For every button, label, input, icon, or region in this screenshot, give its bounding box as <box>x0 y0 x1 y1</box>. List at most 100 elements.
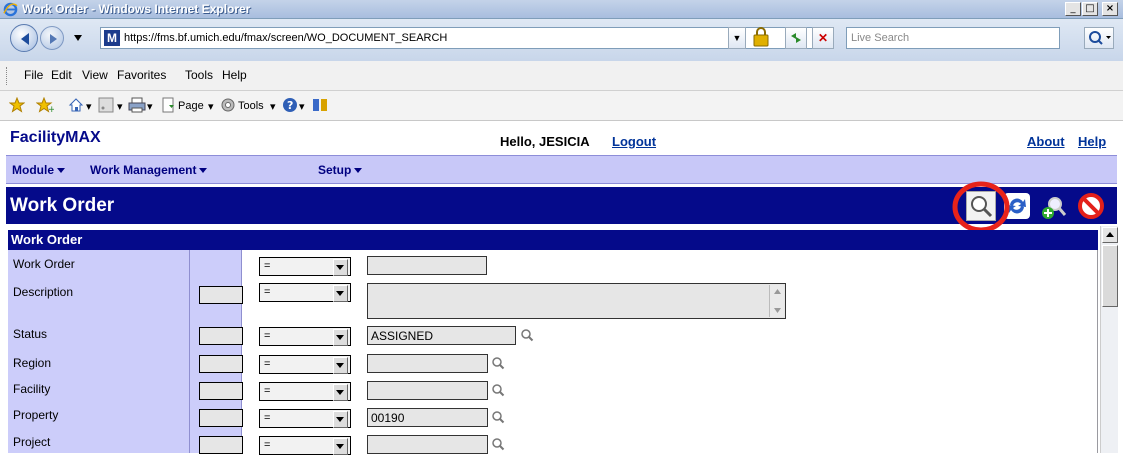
add-search-button[interactable] <box>1040 193 1068 221</box>
project-input[interactable] <box>367 435 488 454</box>
page-scrollbar[interactable] <box>1100 226 1118 453</box>
field-label-work-order: Work Order <box>13 257 75 271</box>
dropdown-arrow-icon <box>333 438 348 455</box>
home-icon[interactable] <box>68 97 84 118</box>
feeds-icon[interactable] <box>98 97 114 118</box>
page-menu[interactable]: Page <box>178 100 204 112</box>
forward-button[interactable] <box>40 26 64 50</box>
page-dropdown-icon[interactable]: ▾ <box>208 100 214 113</box>
lookup-magnifier-icon[interactable] <box>491 383 505 397</box>
search-icon <box>1089 31 1111 45</box>
menu-file[interactable]: File <box>24 68 43 82</box>
search-go-button[interactable] <box>1084 27 1114 49</box>
description-scrollbar[interactable] <box>769 285 784 317</box>
property-input[interactable]: 00190 <box>367 408 488 427</box>
dropdown-arrow-icon <box>333 329 348 346</box>
help-link[interactable]: Help <box>1078 134 1106 149</box>
lookup-magnifier-icon[interactable] <box>491 437 505 451</box>
address-url[interactable]: https://fms.bf.umich.edu/fmax/screen/WO_… <box>124 32 447 44</box>
scroll-up-icon[interactable] <box>1102 227 1118 243</box>
scroll-arrows-icon <box>774 289 781 313</box>
operator-select-description[interactable]: = <box>259 283 351 302</box>
stop-button[interactable]: ✕ <box>812 27 834 49</box>
menu-help[interactable]: Help <box>222 68 247 82</box>
setup-menu-label: Setup <box>318 163 352 177</box>
cancel-icon <box>1078 193 1104 219</box>
description-modifier-box[interactable] <box>199 286 243 304</box>
dropdown-arrow-icon <box>333 357 348 374</box>
home-dropdown-icon[interactable]: ▾ <box>86 100 92 113</box>
refresh-page-button[interactable] <box>785 27 807 49</box>
maximize-button[interactable]: □ <box>1082 2 1098 16</box>
operator-value: = <box>264 439 271 451</box>
print-dropdown-icon[interactable]: ▾ <box>147 100 153 113</box>
dropdown-arrow-icon <box>333 285 348 302</box>
feeds-dropdown-icon[interactable]: ▾ <box>117 100 123 113</box>
menu-favorites[interactable]: Favorites <box>117 68 166 82</box>
field-label-description: Description <box>13 285 74 299</box>
close-window-button[interactable]: × <box>1102 2 1118 16</box>
setup-menu[interactable]: Setup <box>318 163 363 177</box>
work-management-menu[interactable]: Work Management <box>90 163 208 177</box>
region-input[interactable] <box>367 354 488 373</box>
cancel-button[interactable] <box>1077 192 1105 220</box>
page-icon[interactable] <box>160 97 176 118</box>
scroll-thumb[interactable] <box>1102 245 1118 307</box>
add-favorite-icon[interactable]: + <box>35 96 56 118</box>
live-search-input[interactable]: Live Search <box>846 27 1060 49</box>
operator-select-project[interactable]: = <box>259 436 351 455</box>
menu-tools[interactable]: Tools <box>185 68 213 82</box>
minimize-button[interactable]: _ <box>1065 2 1081 16</box>
svg-text:?: ? <box>287 99 293 112</box>
help-icon[interactable]: ? <box>282 97 298 118</box>
about-link[interactable]: About <box>1027 134 1065 149</box>
lookup-magnifier-icon[interactable] <box>491 410 505 424</box>
region-modifier-box[interactable] <box>199 355 243 373</box>
operator-select-status[interactable]: = <box>259 327 351 346</box>
address-bar[interactable]: M https://fms.bf.umich.edu/fmax/screen/W… <box>100 27 814 49</box>
menu-edit[interactable]: Edit <box>51 68 72 82</box>
field-label-region: Region <box>13 356 52 370</box>
operator-value: = <box>264 358 271 370</box>
lock-icon[interactable] <box>750 26 772 48</box>
facility-input[interactable] <box>367 381 488 400</box>
operator-select-facility[interactable]: = <box>259 382 351 401</box>
operator-select-region[interactable]: = <box>259 355 351 374</box>
menu-bar <box>0 61 1123 91</box>
zoom-add-icon <box>1042 197 1067 219</box>
field-label-property: Property <box>13 408 59 422</box>
status-modifier-box[interactable] <box>199 327 243 345</box>
logout-link[interactable]: Logout <box>612 134 656 149</box>
section-header: Work Order <box>8 230 1098 250</box>
tools-gear-icon[interactable] <box>220 97 236 118</box>
property-modifier-box[interactable] <box>199 409 243 427</box>
facility-modifier-box[interactable] <box>199 382 243 400</box>
research-icon[interactable] <box>311 96 329 119</box>
back-button[interactable] <box>10 24 38 52</box>
field-label-project: Project <box>13 435 51 449</box>
app-brand: FacilityMAX <box>10 129 101 146</box>
help-dropdown-icon[interactable]: ▾ <box>299 100 305 113</box>
operator-value: = <box>264 412 271 424</box>
menu-view[interactable]: View <box>82 68 108 82</box>
work-management-menu-label: Work Management <box>90 163 197 177</box>
svg-text:+: + <box>48 105 54 113</box>
history-dropdown-icon[interactable] <box>73 34 83 42</box>
lookup-magnifier-icon[interactable] <box>491 356 505 370</box>
favorites-star-icon[interactable] <box>8 96 26 118</box>
tools-menu[interactable]: Tools <box>238 100 264 112</box>
print-icon[interactable] <box>128 97 146 118</box>
project-modifier-box[interactable] <box>199 436 243 454</box>
lookup-magnifier-icon[interactable] <box>520 328 534 342</box>
work-order-input[interactable] <box>367 256 487 275</box>
status-input[interactable]: ASSIGNED <box>367 326 516 345</box>
tools-dropdown-icon[interactable]: ▾ <box>270 100 276 113</box>
operator-select-property[interactable]: = <box>259 409 351 428</box>
description-textarea[interactable] <box>367 283 786 319</box>
refresh-arrows-icon <box>791 33 801 43</box>
address-dropdown-button[interactable]: ▼ <box>728 27 746 49</box>
module-menu[interactable]: Module <box>12 163 65 177</box>
operator-select-work-order[interactable]: = <box>259 257 351 276</box>
dropdown-arrow-icon <box>333 411 348 428</box>
toolbar-grip <box>6 67 9 85</box>
